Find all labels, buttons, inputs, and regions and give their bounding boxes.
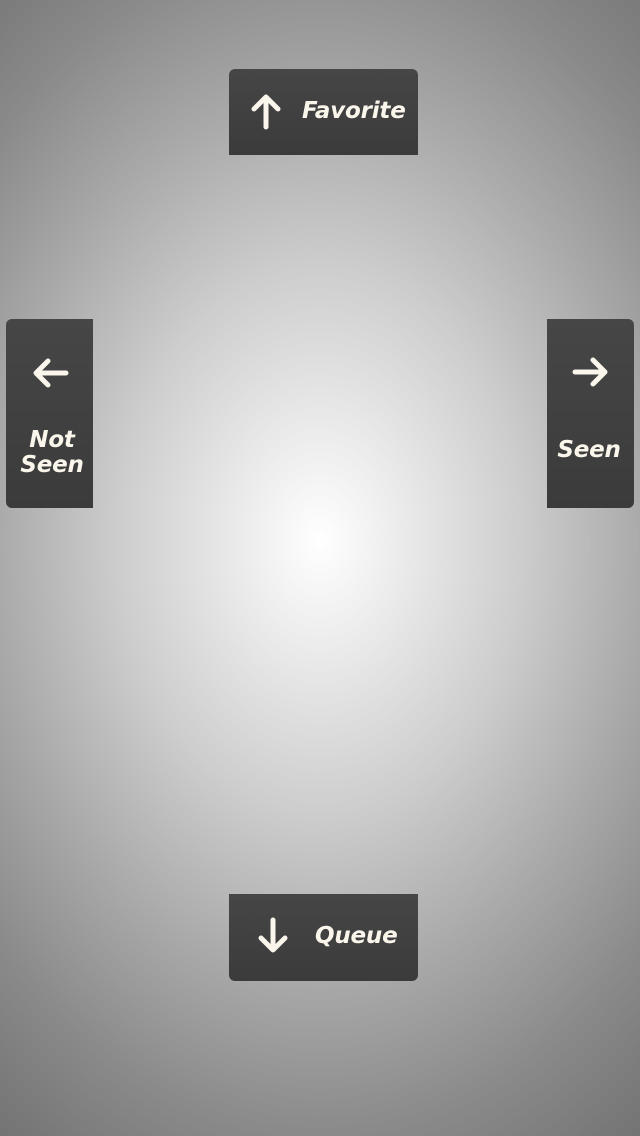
favorite-label: Favorite <box>302 98 406 124</box>
swipe-guide-screen: { "swipe_actions": { "up": { "label": "F… <box>0 0 640 1136</box>
queue-label: Queue <box>315 923 398 949</box>
queue-swipe-button[interactable]: Queue <box>229 894 418 981</box>
arrow-down-icon <box>253 916 293 956</box>
arrow-right-icon <box>571 352 611 392</box>
arrow-left-icon <box>30 353 70 393</box>
not-seen-label-line2: Seen <box>20 452 84 478</box>
not-seen-label: Not Seen <box>6 428 98 478</box>
arrow-up-icon <box>246 91 286 131</box>
favorite-swipe-button[interactable]: Favorite <box>229 69 418 155</box>
seen-label: Seen <box>557 437 621 463</box>
not-seen-swipe-button[interactable]: Not Seen <box>6 319 93 508</box>
not-seen-label-line1: Not <box>29 427 75 453</box>
seen-swipe-button[interactable]: Seen <box>547 319 634 508</box>
